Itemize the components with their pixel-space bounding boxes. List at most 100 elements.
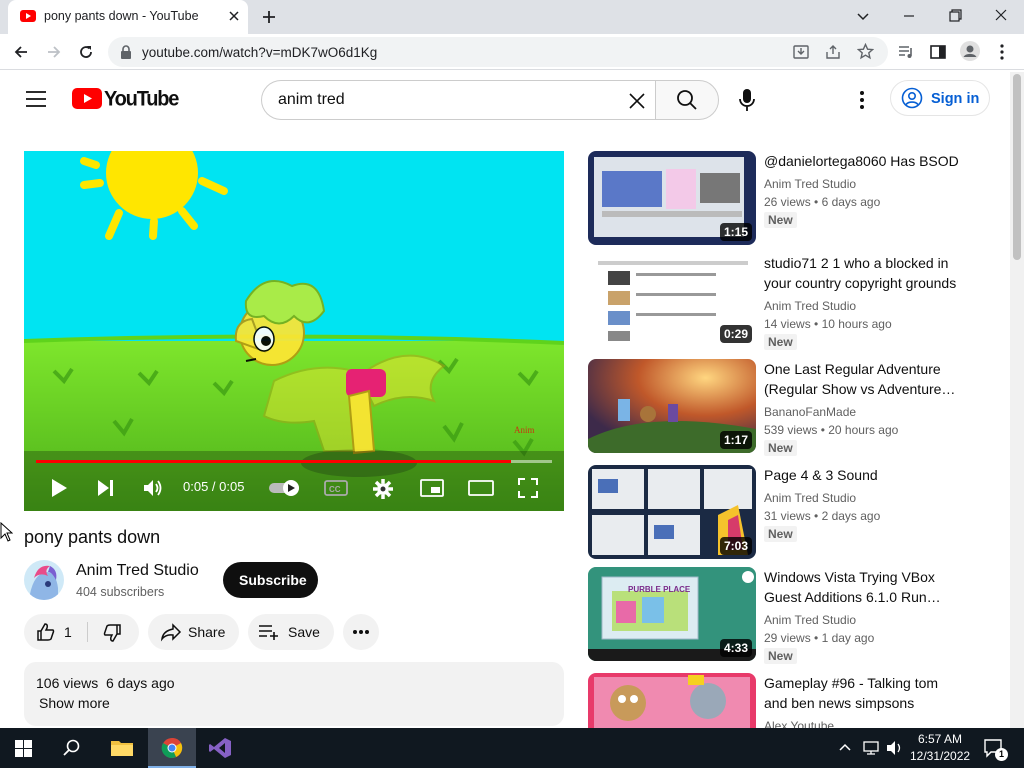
video-stats: 539 views • 20 hours ago xyxy=(764,423,899,437)
minimize-icon[interactable] xyxy=(898,6,920,26)
close-window-icon[interactable] xyxy=(990,6,1012,26)
save-button[interactable]: Save xyxy=(248,614,334,650)
autoplay-toggle[interactable] xyxy=(269,479,303,497)
fullscreen-icon[interactable] xyxy=(518,478,538,498)
next-video-icon[interactable] xyxy=(96,478,116,498)
video-thumbnail[interactable]: PURBLE PLACE 4:33 xyxy=(588,567,756,661)
recommended-video[interactable]: 7:03 Page 4 & 3 Sound Anim Tred Studio 3… xyxy=(588,465,998,565)
video-duration: 1:15 xyxy=(719,223,752,241)
video-duration: 4:33 xyxy=(719,639,752,657)
dislike-thumb-icon[interactable] xyxy=(102,623,122,643)
search-box[interactable]: anim tred xyxy=(261,80,656,120)
like-thumb-icon[interactable] xyxy=(36,622,56,642)
side-panel-icon[interactable] xyxy=(929,43,947,61)
install-app-icon[interactable] xyxy=(793,44,809,60)
chrome-taskbar-button[interactable] xyxy=(148,728,196,768)
search-icon xyxy=(676,89,698,111)
recommended-video[interactable]: PURBLE PLACE 4:33 Windows Vista Trying V… xyxy=(588,567,998,667)
video-thumbnail[interactable]: 0:29 xyxy=(588,253,756,347)
close-tab-icon[interactable] xyxy=(228,10,240,22)
video-channel: Anim Tred Studio xyxy=(764,177,857,191)
new-badge: New xyxy=(764,334,797,350)
video-thumbnail[interactable]: 7:03 xyxy=(588,465,756,559)
reload-icon[interactable] xyxy=(77,43,95,61)
back-arrow-icon[interactable] xyxy=(12,43,30,61)
settings-gear-icon[interactable] xyxy=(372,478,394,500)
windows-start-icon[interactable] xyxy=(15,740,32,757)
windows-taskbar: 6:57 AM 12/31/2022 1 xyxy=(0,728,1024,768)
file-explorer-icon[interactable] xyxy=(110,738,134,758)
account-circle-icon xyxy=(901,87,923,109)
video-channel: Alex Youtube xyxy=(764,719,835,728)
description-box[interactable]: 106 views 6 days ago Show more xyxy=(24,662,564,726)
scrollbar-thumb[interactable] xyxy=(1013,74,1021,260)
tab-title: pony pants down - YouTube xyxy=(44,9,199,23)
progress-bar[interactable] xyxy=(36,460,552,463)
browser-tab-strip: pony pants down - YouTube xyxy=(0,0,1024,34)
video-duration: 1:17 xyxy=(719,431,752,449)
video-thumbnail[interactable]: 1:15 xyxy=(588,151,756,245)
forward-arrow-icon[interactable] xyxy=(45,43,63,61)
visual-studio-icon[interactable] xyxy=(208,737,232,759)
captions-icon[interactable]: CC xyxy=(324,478,348,498)
show-hidden-icons-chevron-icon[interactable] xyxy=(838,742,852,752)
more-actions-button[interactable] xyxy=(343,614,379,650)
miniplayer-icon[interactable] xyxy=(420,478,444,498)
taskbar-search-icon[interactable] xyxy=(63,739,81,757)
share-button[interactable]: Share xyxy=(148,614,239,650)
logo-text: YouTube xyxy=(104,87,179,111)
taskbar-clock[interactable]: 6:57 AM 12/31/2022 xyxy=(910,731,970,765)
video-title: studio71 2 1 who a blocked in your countr… xyxy=(764,255,957,291)
sign-in-button[interactable]: Sign in xyxy=(890,80,990,116)
video-thumbnail[interactable] xyxy=(588,673,756,728)
browser-toolbar: youtube.com/watch?v=mDK7wO6d1Kg xyxy=(0,34,1024,70)
progress-fill xyxy=(36,460,511,463)
video-title-line: Page 4 & 3 Sound xyxy=(764,467,878,483)
save-to-playlist-icon xyxy=(258,623,280,641)
channel-name[interactable]: Anim Tred Studio xyxy=(76,562,199,580)
voice-search-button[interactable] xyxy=(730,82,764,118)
video-channel: Anim Tred Studio xyxy=(764,299,857,313)
speaker-volume-icon[interactable] xyxy=(886,740,904,756)
mouse-cursor-icon xyxy=(0,522,13,542)
subscribe-button[interactable]: Subscribe xyxy=(223,562,318,598)
recommended-video[interactable]: Gameplay #96 - Talking tom and ben news s… xyxy=(588,673,998,728)
video-channel: Anim Tred Studio xyxy=(764,613,857,627)
address-bar[interactable]: youtube.com/watch?v=mDK7wO6d1Kg xyxy=(108,37,888,67)
restore-icon[interactable] xyxy=(944,6,966,26)
recommended-video[interactable]: 1:17 One Last Regular Adventure (Regular … xyxy=(588,359,998,459)
clear-search-icon[interactable] xyxy=(626,90,648,112)
video-thumbnail[interactable]: 1:17 xyxy=(588,359,756,453)
theater-mode-icon[interactable] xyxy=(468,478,494,498)
new-tab-icon[interactable] xyxy=(260,8,278,26)
save-label: Save xyxy=(288,624,320,640)
chrome-menu-icon[interactable] xyxy=(995,43,1009,61)
browser-tab[interactable]: pony pants down - YouTube xyxy=(8,0,248,34)
network-icon[interactable] xyxy=(862,740,880,756)
lock-icon[interactable] xyxy=(120,45,132,59)
settings-kebab-icon[interactable] xyxy=(858,90,866,110)
play-icon[interactable] xyxy=(50,478,68,498)
search-input[interactable]: anim tred xyxy=(278,91,345,109)
youtube-logo[interactable]: YouTube xyxy=(72,87,179,111)
video-channel: Anim Tred Studio xyxy=(764,491,857,505)
profile-avatar-icon[interactable] xyxy=(960,41,980,61)
recommended-video[interactable]: 0:29 studio71 2 1 who a blocked in your c… xyxy=(588,253,998,353)
hamburger-menu-icon[interactable] xyxy=(26,91,46,107)
search-button[interactable] xyxy=(655,80,719,120)
new-badge: New xyxy=(764,648,797,664)
channel-avatar[interactable] xyxy=(24,560,64,600)
video-title: pony pants down xyxy=(24,527,161,547)
tab-search-chevron-icon[interactable] xyxy=(852,6,874,26)
recommended-video[interactable]: 1:15 @danielortega8060 Has BSOD Anim Tre… xyxy=(588,151,998,251)
volume-icon[interactable] xyxy=(142,478,164,498)
show-more-link[interactable]: Show more xyxy=(39,695,110,711)
media-controls-icon[interactable] xyxy=(897,43,915,61)
url-text[interactable]: youtube.com/watch?v=mDK7wO6d1Kg xyxy=(142,45,377,60)
bookmark-star-icon[interactable] xyxy=(857,43,874,60)
page-scrollbar[interactable] xyxy=(1010,72,1024,728)
subscriber-count: 404 subscribers xyxy=(76,585,165,599)
video-channel: BananoFanMade xyxy=(764,405,857,419)
like-count: 1 xyxy=(64,624,72,640)
share-page-icon[interactable] xyxy=(825,44,841,60)
